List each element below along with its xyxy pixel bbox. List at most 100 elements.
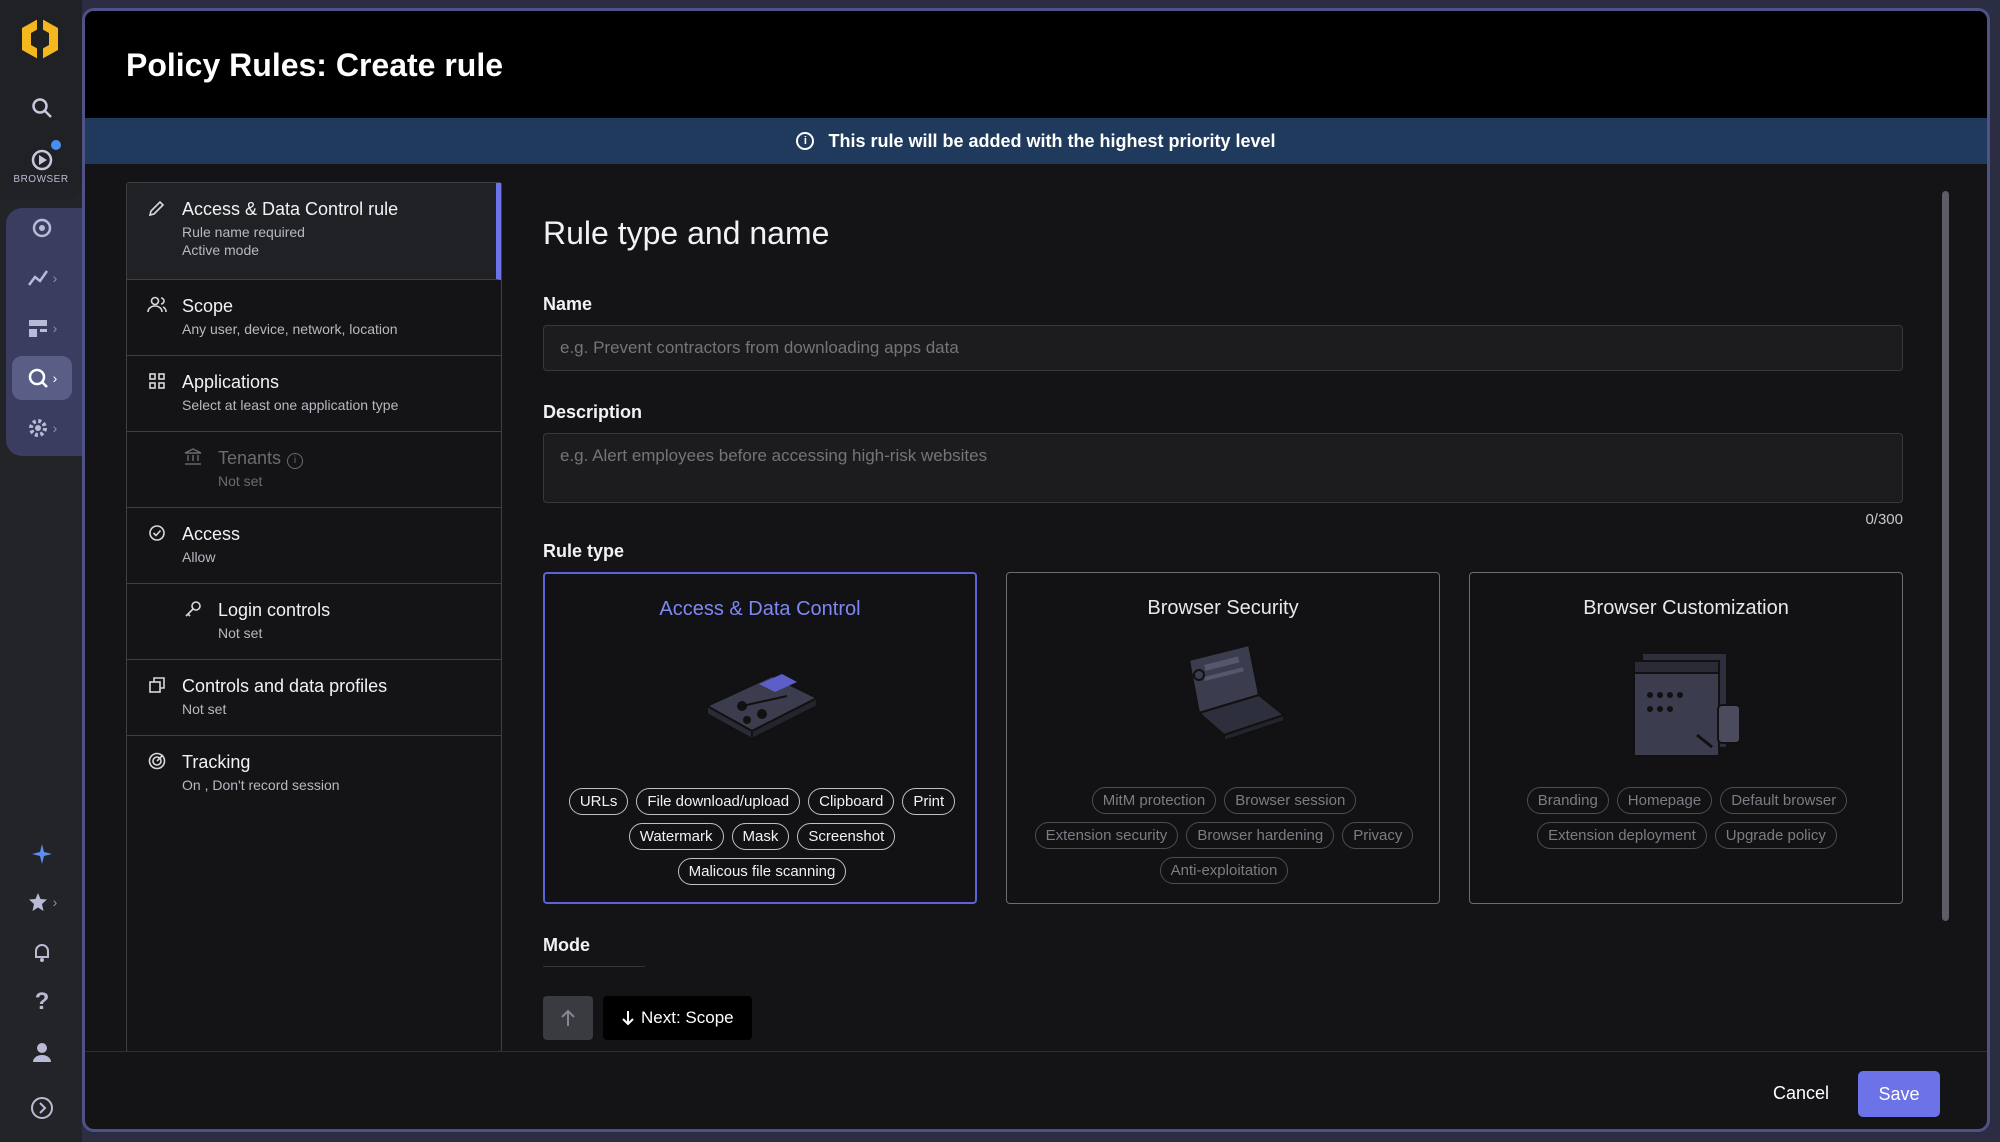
step-subtitle: Not set	[218, 625, 263, 641]
steps-panel: Access & Data Control rule Rule name req…	[126, 182, 502, 1052]
rule-type-label: Rule type	[543, 541, 625, 561]
chip: URLs	[568, 788, 629, 815]
chip: Branding	[1526, 787, 1609, 814]
step-subtitle: Any user, device, network, location	[182, 321, 398, 337]
step-subtitle: Rule name required	[182, 224, 305, 240]
previous-step-button[interactable]	[543, 996, 593, 1040]
chip-list: MitM protection Browser session Extensio…	[1017, 787, 1431, 884]
step-title: Tracking	[182, 752, 251, 772]
step-controls-and-data-profiles[interactable]: Controls and data profiles Not set	[127, 660, 501, 736]
chip: Browser session	[1224, 787, 1357, 814]
banner-text: This rule will be added with the highest…	[828, 130, 1276, 151]
chip: Malicous file scanning	[677, 858, 847, 885]
rule-type-card-access-data-control[interactable]: Access & Data Control URLs File download…	[543, 572, 977, 904]
rule-form: Rule type and name Name Description 0/30…	[543, 182, 1945, 1052]
arrow-up-icon	[561, 1009, 575, 1026]
priority-banner: i This rule will be added with the highe…	[85, 118, 1987, 164]
dashboard-icon[interactable]: ›	[12, 306, 72, 350]
chip: Clipboard	[808, 788, 895, 815]
laptop-illustration-icon	[1187, 643, 1287, 743]
next-scope-button[interactable]: Next: Scope	[603, 996, 752, 1040]
chip: Mask	[731, 823, 790, 850]
scrollbar[interactable]	[1942, 191, 1949, 921]
key-icon	[183, 600, 203, 620]
save-button[interactable]: Save	[1858, 1071, 1940, 1117]
chip: Default browser	[1720, 787, 1848, 814]
card-title: Access & Data Control	[659, 598, 861, 620]
name-input[interactable]	[543, 325, 1903, 371]
cancel-button[interactable]: Cancel	[1755, 1071, 1847, 1115]
step-subtitle: Active mode	[182, 242, 260, 258]
step-tenants: Tenants i Not set	[127, 432, 501, 508]
step-access[interactable]: Access Allow	[127, 508, 501, 584]
footer-divider	[85, 1051, 1987, 1052]
pencil-icon	[147, 199, 167, 219]
chip: Print	[902, 788, 956, 815]
rule-type-card-browser-customization[interactable]: Browser Customization Branding Homepage …	[1469, 572, 1903, 904]
user-profile-icon[interactable]	[12, 1030, 72, 1074]
access-control-illustration-icon	[704, 674, 820, 741]
customization-illustration-icon	[1633, 652, 1741, 757]
policy-icon[interactable]: ›	[12, 356, 72, 400]
app-logo-icon[interactable]	[20, 16, 60, 62]
mode-label: Mode	[543, 935, 590, 955]
chip: Anti-exploitation	[1159, 857, 1289, 884]
step-title-text: Tenants	[218, 448, 282, 468]
chip-list: URLs File download/upload Clipboard Prin…	[555, 788, 969, 885]
step-title: Controls and data profiles	[182, 676, 388, 696]
chip: Upgrade policy	[1714, 822, 1837, 849]
info-icon: i	[796, 132, 815, 150]
arrow-down-icon	[622, 1011, 634, 1026]
chip-list: Branding Homepage Default browser Extens…	[1480, 787, 1894, 849]
help-icon[interactable]: ?	[12, 980, 72, 1024]
description-textarea[interactable]	[543, 433, 1903, 503]
chip: Homepage	[1616, 787, 1713, 814]
step-subtitle: Not set	[218, 473, 263, 489]
mode-divider	[543, 966, 645, 967]
description-label: Description	[543, 402, 643, 422]
name-label: Name	[543, 294, 593, 314]
step-applications[interactable]: Applications Select at least one applica…	[127, 356, 501, 432]
chip: Watermark	[628, 823, 724, 850]
chip: Extension deployment	[1537, 822, 1707, 849]
rule-type-card-browser-security[interactable]: Browser Security MitM protection Browser…	[1006, 572, 1440, 904]
bank-icon	[183, 448, 203, 468]
step-access-data-control-rule[interactable]: Access & Data Control rule Rule name req…	[127, 183, 501, 280]
overview-icon[interactable]	[12, 206, 72, 250]
step-subtitle: On , Don't record session	[182, 777, 340, 793]
step-subtitle: Allow	[182, 549, 216, 565]
step-title: Access & Data Control rule	[182, 199, 399, 219]
card-title: Browser Customization	[1583, 597, 1789, 619]
main-frame: Policy Rules: Create rule i This rule wi…	[82, 8, 1990, 1132]
step-title: Login controls	[218, 600, 331, 620]
ai-sparkle-icon[interactable]	[12, 832, 72, 876]
step-title: Applications	[182, 372, 280, 392]
settings-icon[interactable]: ›	[12, 406, 72, 450]
grid-icon	[147, 372, 167, 392]
step-title: Scope	[182, 296, 234, 316]
chip: Extension security	[1034, 822, 1179, 849]
info-icon[interactable]: i	[287, 453, 304, 469]
step-scope[interactable]: Scope Any user, device, network, locatio…	[127, 280, 501, 356]
section-title: Rule type and name	[543, 215, 830, 251]
page-title: Policy Rules: Create rule	[126, 47, 504, 83]
chip: MitM protection	[1091, 787, 1217, 814]
chip: Browser hardening	[1186, 822, 1335, 849]
step-tracking[interactable]: Tracking On , Don't record session	[127, 736, 501, 812]
users-icon	[147, 296, 167, 316]
analytics-icon[interactable]: ›	[12, 256, 72, 300]
rule-type-cards: Access & Data Control URLs File download…	[543, 572, 1903, 904]
left-rail: BROWSER › › › › › ?	[0, 0, 82, 1142]
chip: Privacy	[1342, 822, 1414, 849]
card-title: Browser Security	[1147, 597, 1299, 619]
step-subtitle: Select at least one application type	[182, 397, 399, 413]
notifications-bell-icon[interactable]	[12, 930, 72, 974]
expand-rail-icon[interactable]	[12, 1086, 72, 1130]
search-icon[interactable]	[12, 86, 72, 130]
copy-icon	[147, 676, 167, 696]
favorites-star-icon[interactable]: ›	[12, 880, 72, 924]
notification-dot	[51, 140, 61, 150]
chip: File download/upload	[636, 788, 801, 815]
tracking-radar-icon	[147, 752, 167, 772]
step-login-controls[interactable]: Login controls Not set	[127, 584, 501, 660]
